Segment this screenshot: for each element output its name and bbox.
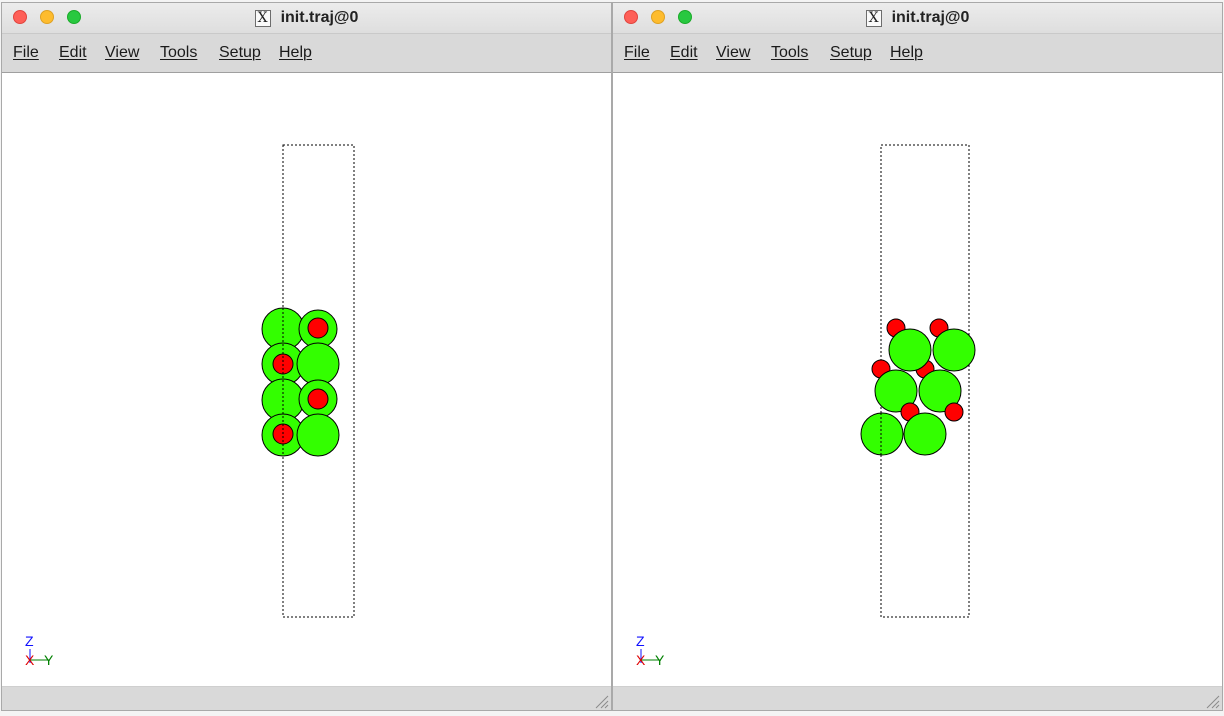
window-title-text: init.traj@0 <box>891 9 970 26</box>
atom-large[interactable] <box>932 328 976 372</box>
atom-small[interactable] <box>307 317 329 339</box>
resize-grip-icon[interactable] <box>1204 693 1220 709</box>
atom-large[interactable] <box>888 328 932 372</box>
menu-view[interactable]: View <box>105 44 139 62</box>
structure-canvas[interactable]: Z X Y <box>2 73 611 686</box>
menu-edit[interactable]: Edit <box>670 44 698 62</box>
gui-window-left: X init.traj@0 File Edit View Tools Setup… <box>1 2 612 711</box>
menu-view[interactable]: View <box>716 44 750 62</box>
x11-icon: X <box>254 9 271 27</box>
axis-y-label: Y <box>44 652 54 668</box>
atom-large[interactable] <box>296 413 340 457</box>
atom-large[interactable] <box>860 412 904 456</box>
menu-tools[interactable]: Tools <box>160 44 197 62</box>
axis-z-label: Z <box>636 633 645 649</box>
menu-tools[interactable]: Tools <box>771 44 808 62</box>
status-bar <box>613 686 1222 710</box>
atom-small[interactable] <box>944 402 964 422</box>
menu-help[interactable]: Help <box>279 44 312 62</box>
status-bar <box>2 686 611 710</box>
axis-y-label: Y <box>655 652 665 668</box>
window-title: X init.traj@0 <box>613 3 1222 33</box>
structure-view: Z X Y <box>636 144 976 668</box>
menu-setup[interactable]: Setup <box>830 44 872 62</box>
menu-file[interactable]: File <box>624 44 650 62</box>
atom-large[interactable] <box>296 342 340 386</box>
axis-z-label: Z <box>25 633 34 649</box>
axis-indicator: Z X Y <box>636 633 665 668</box>
menu-help[interactable]: Help <box>890 44 923 62</box>
window-title: X init.traj@0 <box>2 3 611 33</box>
atom-small[interactable] <box>307 388 329 410</box>
resize-grip-icon[interactable] <box>593 693 609 709</box>
axis-x-label: X <box>25 652 35 668</box>
menu-edit[interactable]: Edit <box>59 44 87 62</box>
menu-setup[interactable]: Setup <box>219 44 261 62</box>
axis-indicator: Z X Y <box>25 633 54 668</box>
window-title-text: init.traj@0 <box>280 9 359 26</box>
menu-bar: File Edit View Tools Setup Help <box>613 34 1222 73</box>
titlebar[interactable]: X init.traj@0 <box>613 3 1222 34</box>
structure-canvas[interactable]: Z X Y <box>613 73 1222 686</box>
titlebar[interactable]: X init.traj@0 <box>2 3 611 34</box>
structure-view: Z X Y <box>25 144 355 668</box>
gui-window-right: X init.traj@0 File Edit View Tools Setup… <box>612 2 1223 711</box>
x11-icon: X <box>865 9 882 27</box>
axis-x-label: X <box>636 652 646 668</box>
atom-large[interactable] <box>903 412 947 456</box>
menu-bar: File Edit View Tools Setup Help <box>2 34 611 73</box>
menu-file[interactable]: File <box>13 44 39 62</box>
